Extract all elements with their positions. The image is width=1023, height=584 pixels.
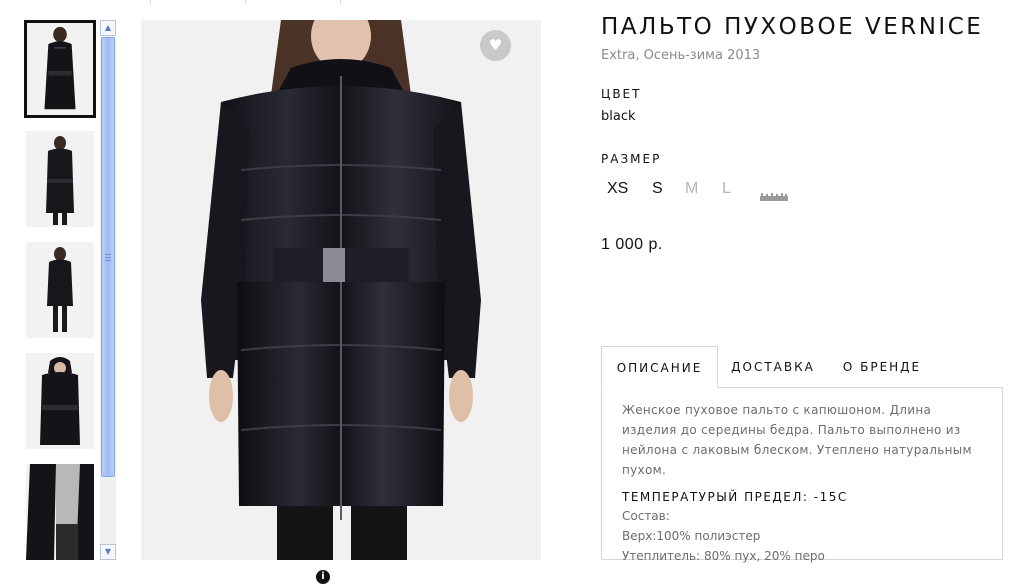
composition-filling: Утеплитель: 80% пух, 20% перо [622,549,825,563]
size-option-s[interactable]: S [652,180,663,198]
thumbnail-1[interactable] [24,20,96,118]
thumbnail-4[interactable] [26,353,94,449]
tab-delivery[interactable]: ДОСТАВКА [723,346,823,388]
description-text: Женское пуховое пальто с капюшоном. Длин… [622,403,972,477]
color-value: black [601,109,636,124]
description-panel: Женское пуховое пальто с капюшоном. Длин… [601,387,1003,563]
scrollbar-thumb[interactable] [101,37,115,477]
size-option-l: L [722,180,731,197]
composition-outer: Верх:100% полиэстер [622,529,761,543]
tab-brand[interactable]: О БРЕНДЕ [833,346,931,388]
info-icon[interactable]: i [316,570,330,584]
temperature-limit: ТЕМПЕРАТУРЫЙ ПРЕДЕЛ: -15С [622,490,848,504]
size-label: РАЗМЕР [601,152,662,166]
heart-icon: ♥ [488,36,503,54]
top-divider [0,0,560,4]
size-option-xs[interactable]: XS [607,180,628,198]
product-title: ПАЛЬТО ПУХОВОЕ VERNICE [601,14,984,40]
favorite-button[interactable]: ♥ [480,30,511,61]
ruler-icon[interactable] [760,186,788,201]
composition-label: Состав: [622,509,670,523]
thumbnail-3[interactable] [26,242,94,338]
thumbnail-scrollbar[interactable]: ▲ ▼ [100,20,116,560]
color-label: ЦВЕТ [601,87,642,101]
thumbnail-5[interactable] [26,464,94,560]
thumbnail-2[interactable] [26,131,94,227]
product-price: 1 000 р. [601,236,663,253]
size-option-m: M [685,180,699,197]
scroll-down-button[interactable]: ▼ [100,544,116,560]
scroll-up-button[interactable]: ▲ [100,20,116,36]
product-subtitle: Extra, Осень-зима 2013 [601,48,761,63]
tab-description[interactable]: ОПИСАНИЕ [601,346,718,388]
main-product-image[interactable] [141,20,541,560]
thumbnail-list [24,20,96,560]
